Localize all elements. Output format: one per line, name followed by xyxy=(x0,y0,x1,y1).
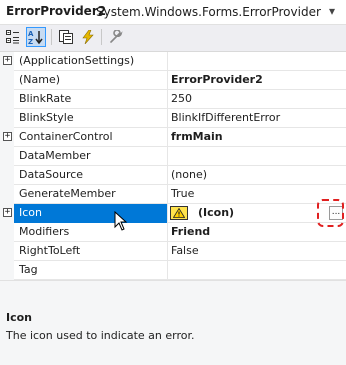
property-value[interactable]: BlinkIfDifferentError xyxy=(171,111,280,124)
property-row-icon[interactable]: + Icon (Icon) ... xyxy=(0,204,346,223)
property-row-righttoleft[interactable]: RightToLeft False xyxy=(0,242,346,261)
description-text: The icon used to indicate an error. xyxy=(6,329,195,342)
expand-icon[interactable]: + xyxy=(3,132,12,141)
property-name: DataSource xyxy=(19,168,84,181)
expand-icon[interactable]: + xyxy=(3,208,12,217)
events-icon xyxy=(82,30,94,44)
property-pages-button[interactable] xyxy=(106,27,126,47)
property-row-applicationsettings[interactable]: + (ApplicationSettings) xyxy=(0,52,346,71)
properties-header[interactable]: ErrorProvider2 System.Windows.Forms.Erro… xyxy=(0,0,346,25)
mouse-cursor-icon xyxy=(114,211,128,231)
property-value[interactable]: (Icon) xyxy=(198,206,234,219)
description-title: Icon xyxy=(6,311,33,324)
component-name: ErrorProvider2 xyxy=(6,4,107,18)
property-name: BlinkRate xyxy=(19,92,72,105)
property-name: ContainerControl xyxy=(19,130,113,143)
property-row-tag[interactable]: Tag xyxy=(0,261,346,280)
component-type: System.Windows.Forms.ErrorProvider xyxy=(96,5,321,19)
svg-text:A: A xyxy=(28,30,34,38)
property-value[interactable]: True xyxy=(171,187,194,200)
property-row-blinkrate[interactable]: BlinkRate 250 xyxy=(0,90,346,109)
alphabetical-button[interactable]: A Z xyxy=(26,27,46,47)
property-value[interactable]: False xyxy=(171,244,199,257)
property-name: GenerateMember xyxy=(19,187,116,200)
chevron-down-icon[interactable]: ▾ xyxy=(329,4,335,18)
categorized-icon xyxy=(6,30,19,44)
svg-text:Z: Z xyxy=(28,38,33,45)
property-name: (Name) xyxy=(19,73,61,86)
alphabetical-icon: A Z xyxy=(28,30,43,45)
events-button[interactable] xyxy=(78,27,98,47)
highlight-annotation xyxy=(317,199,344,227)
property-name: DataMember xyxy=(19,149,91,162)
property-row-datamember[interactable]: DataMember xyxy=(0,147,346,166)
properties-icon xyxy=(59,30,73,44)
categorized-button[interactable] xyxy=(3,27,23,47)
property-name: Modifiers xyxy=(19,225,70,238)
property-row-modifiers[interactable]: Modifiers Friend xyxy=(0,223,346,242)
property-value[interactable]: 250 xyxy=(171,92,192,105)
warning-icon xyxy=(170,206,188,220)
property-value[interactable]: ErrorProvider2 xyxy=(171,73,263,86)
description-panel: Icon The icon used to indicate an error. xyxy=(0,302,346,365)
property-name: Icon xyxy=(19,206,42,219)
property-row-containercontrol[interactable]: + ContainerControl frmMain xyxy=(0,128,346,147)
property-name: RightToLeft xyxy=(19,244,81,257)
property-row-blinkstyle[interactable]: BlinkStyle BlinkIfDifferentError xyxy=(0,109,346,128)
property-row-datasource[interactable]: DataSource (none) xyxy=(0,166,346,185)
property-value[interactable]: (none) xyxy=(171,168,207,181)
property-name: Tag xyxy=(19,263,38,276)
property-grid: + (ApplicationSettings) (Name) ErrorProv… xyxy=(0,52,346,281)
property-row-generatemember[interactable]: GenerateMember True xyxy=(0,185,346,204)
property-value[interactable]: frmMain xyxy=(171,130,223,143)
property-value[interactable]: Friend xyxy=(171,225,210,238)
property-name: BlinkStyle xyxy=(19,111,74,124)
property-pages-icon xyxy=(110,30,123,43)
property-row-name[interactable]: (Name) ErrorProvider2 xyxy=(0,71,346,90)
properties-toolbar: A Z xyxy=(0,25,346,52)
property-name: (ApplicationSettings) xyxy=(19,54,135,67)
expand-icon[interactable]: + xyxy=(3,56,12,65)
properties-button[interactable] xyxy=(56,27,76,47)
